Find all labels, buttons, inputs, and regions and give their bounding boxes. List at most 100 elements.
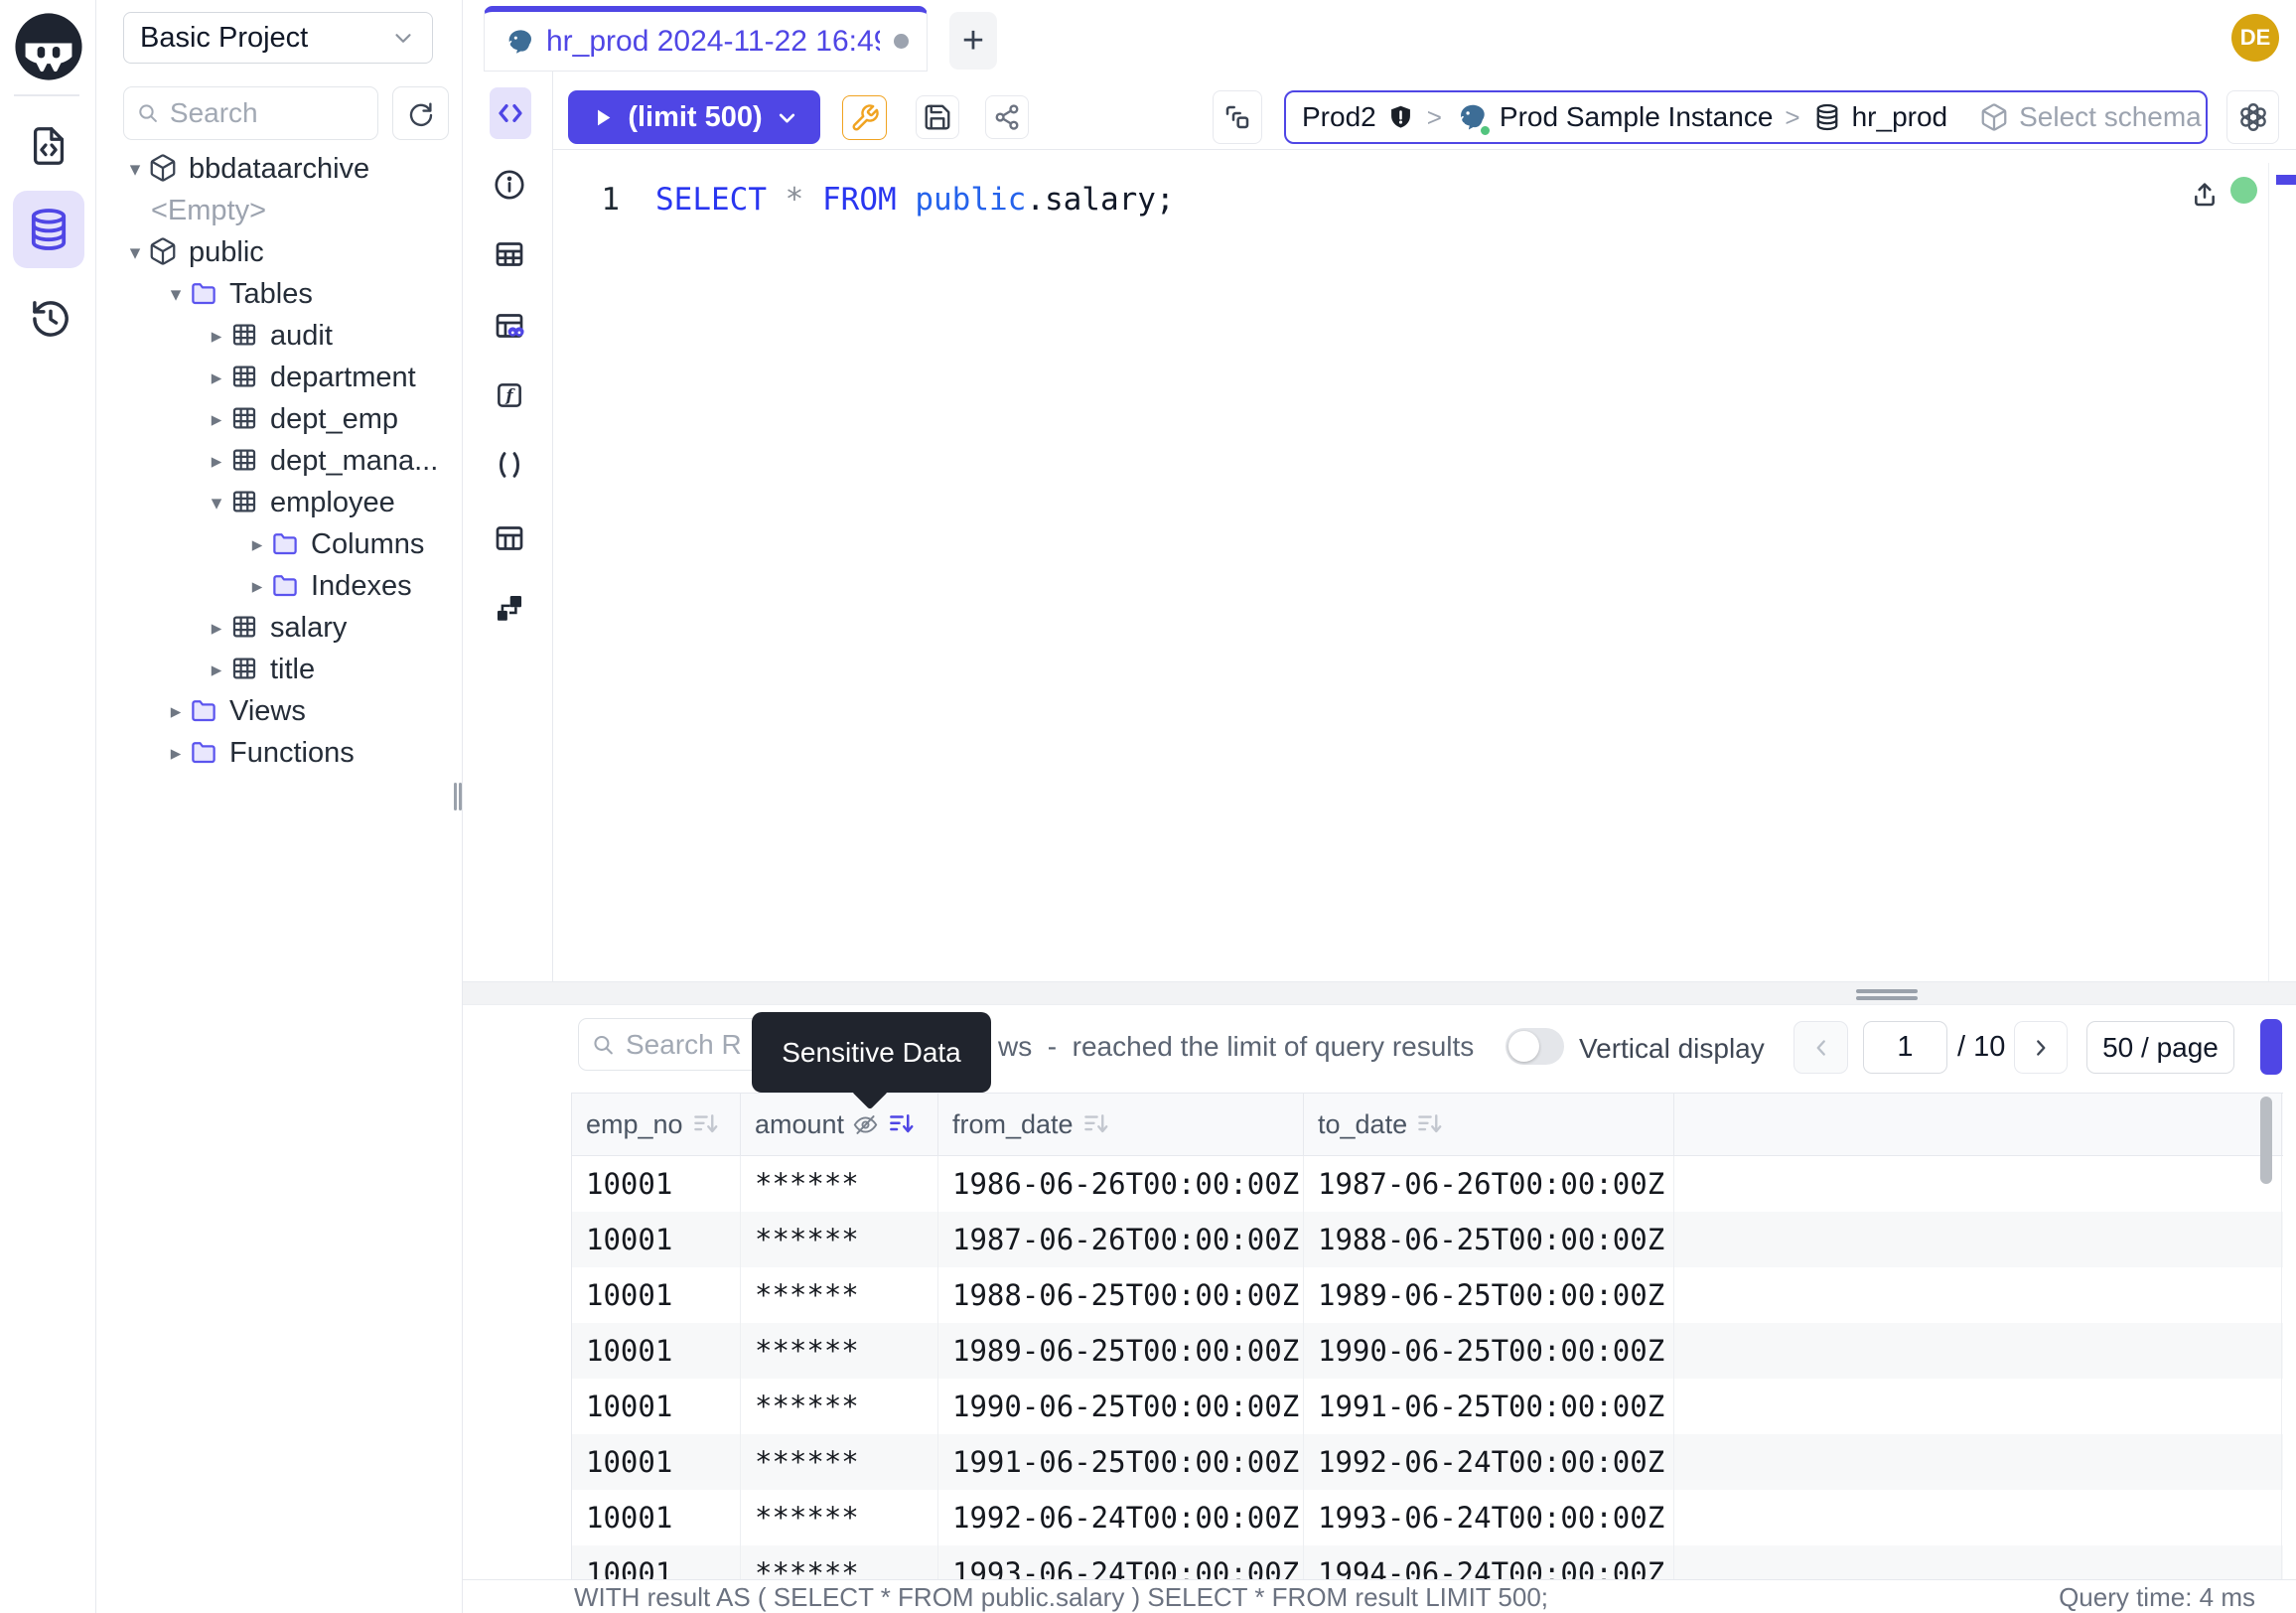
table-cell[interactable]: 1989-06-25T00:00:00Z: [1304, 1267, 1674, 1323]
caret-icon[interactable]: ▸: [204, 366, 229, 389]
vertical-display-toggle[interactable]: [1506, 1028, 1564, 1065]
caret-icon[interactable]: ▸: [244, 532, 270, 556]
table-cell[interactable]: ******: [741, 1490, 938, 1545]
tree-item[interactable]: ▾public: [96, 231, 462, 273]
tree-item[interactable]: ▾Tables: [96, 273, 462, 315]
table-cell[interactable]: ******: [741, 1267, 938, 1323]
table-cell[interactable]: 1988-06-25T00:00:00Z: [938, 1267, 1304, 1323]
editor-mode-button[interactable]: [490, 87, 531, 139]
table-cell[interactable]: ******: [741, 1545, 938, 1579]
table-cell[interactable]: 10001: [572, 1156, 741, 1212]
new-tab-button[interactable]: +: [949, 12, 997, 70]
table-cell[interactable]: ******: [741, 1212, 938, 1267]
table-cell[interactable]: [1674, 1490, 2282, 1545]
table-cell[interactable]: 10001: [572, 1212, 741, 1267]
column-header[interactable]: amount: [741, 1094, 938, 1155]
table-row[interactable]: 10001******1992-06-24T00:00:00Z1993-06-2…: [572, 1490, 2283, 1545]
table-cell[interactable]: 1990-06-25T00:00:00Z: [1304, 1323, 1674, 1379]
app-logo[interactable]: [10, 8, 87, 85]
external-tables-panel-button[interactable]: [490, 518, 529, 558]
table-cell[interactable]: [1674, 1156, 2282, 1212]
sort-icon-active[interactable]: [887, 1109, 917, 1139]
column-header[interactable]: to_date: [1304, 1094, 1674, 1155]
caret-icon[interactable]: ▾: [163, 282, 189, 306]
caret-icon[interactable]: ▸: [163, 699, 189, 723]
tab-hr-prod[interactable]: hr_prod 2024-11-22 16:49: [484, 6, 928, 72]
table-cell[interactable]: 1993-06-24T00:00:00Z: [938, 1545, 1304, 1579]
run-query-button[interactable]: (limit 500): [568, 90, 820, 144]
tree-item[interactable]: ▸Views: [96, 690, 462, 732]
table-cell[interactable]: ******: [741, 1434, 938, 1490]
tree-item[interactable]: ▸title: [96, 649, 462, 690]
connection-target[interactable]: Prod2 > Prod Sample Instance >: [1286, 92, 1963, 142]
table-row[interactable]: 10001******1989-06-25T00:00:00Z1990-06-2…: [572, 1323, 2283, 1379]
table-row[interactable]: 10001******1990-06-25T00:00:00Z1991-06-2…: [572, 1379, 2283, 1434]
share-button[interactable]: [985, 95, 1029, 139]
column-header[interactable]: from_date: [938, 1094, 1304, 1155]
caret-icon[interactable]: ▾: [122, 240, 148, 264]
table-row[interactable]: 10001******1988-06-25T00:00:00Z1989-06-2…: [572, 1267, 2283, 1323]
table-cell[interactable]: 10001: [572, 1267, 741, 1323]
table-cell[interactable]: 1989-06-25T00:00:00Z: [938, 1323, 1304, 1379]
table-row[interactable]: 10001******1986-06-26T00:00:00Z1987-06-2…: [572, 1156, 2283, 1212]
caret-icon[interactable]: ▸: [204, 449, 229, 473]
table-row[interactable]: 10001******1993-06-24T00:00:00Z1994-06-2…: [572, 1545, 2283, 1579]
primary-action-button[interactable]: [2260, 1019, 2282, 1075]
table-cell[interactable]: [1674, 1323, 2282, 1379]
table-cell[interactable]: [1674, 1545, 2282, 1579]
sidebar-search-input[interactable]: [170, 97, 365, 129]
tree-item[interactable]: ▸dept_emp: [96, 398, 462, 440]
table-cell[interactable]: 10001: [572, 1323, 741, 1379]
schema-diagram-button[interactable]: [490, 588, 529, 628]
rail-worksheet-button[interactable]: [24, 121, 73, 171]
results-scrollbar-thumb[interactable]: [2260, 1097, 2272, 1184]
prev-page-button[interactable]: [1794, 1021, 1848, 1074]
caret-icon[interactable]: ▸: [204, 407, 229, 431]
code-line-content[interactable]: SELECT * FROM public.salary;: [655, 182, 1175, 218]
tree-item[interactable]: ▸audit: [96, 315, 462, 357]
page-number-input[interactable]: [1863, 1021, 1947, 1074]
procedures-panel-button[interactable]: [490, 445, 529, 485]
panel-splitter[interactable]: [463, 981, 2296, 1005]
table-cell[interactable]: 10001: [572, 1545, 741, 1579]
tree-item[interactable]: ▾employee: [96, 482, 462, 523]
sort-icon[interactable]: [1415, 1109, 1445, 1139]
functions-panel-button[interactable]: f: [490, 375, 529, 415]
table-cell[interactable]: 1991-06-25T00:00:00Z: [938, 1434, 1304, 1490]
tree-item[interactable]: ▸salary: [96, 607, 462, 649]
tree-item[interactable]: ▾bbdataarchive: [96, 148, 462, 190]
table-cell[interactable]: 1990-06-25T00:00:00Z: [938, 1379, 1304, 1434]
code-line[interactable]: 1 SELECT * FROM public.salary;: [594, 182, 1175, 218]
batch-query-button[interactable]: [1213, 90, 1262, 144]
sidebar-resize-handle[interactable]: [454, 783, 457, 810]
eye-off-icon[interactable]: [852, 1111, 879, 1138]
table-cell[interactable]: 1988-06-25T00:00:00Z: [1304, 1212, 1674, 1267]
tree-item[interactable]: ▸Columns: [96, 523, 462, 565]
table-cell[interactable]: 1987-06-26T00:00:00Z: [938, 1212, 1304, 1267]
refresh-schema-button[interactable]: [392, 86, 449, 140]
table-cell[interactable]: [1674, 1267, 2282, 1323]
table-cell[interactable]: 1994-06-24T00:00:00Z: [1304, 1545, 1674, 1579]
tables-panel-button[interactable]: [490, 234, 529, 274]
table-cell[interactable]: ******: [741, 1379, 938, 1434]
caret-icon[interactable]: ▸: [204, 658, 229, 681]
masking-panel-button[interactable]: [490, 306, 529, 346]
rail-databases-button[interactable]: [13, 191, 84, 268]
table-row[interactable]: 10001******1987-06-26T00:00:00Z1988-06-2…: [572, 1212, 2283, 1267]
info-button[interactable]: [490, 165, 529, 205]
tree-item[interactable]: ▸department: [96, 357, 462, 398]
table-row[interactable]: 10001******1991-06-25T00:00:00Z1992-06-2…: [572, 1434, 2283, 1490]
table-cell[interactable]: 1992-06-24T00:00:00Z: [938, 1490, 1304, 1545]
tree-item[interactable]: <Empty>: [96, 190, 462, 231]
table-cell[interactable]: 10001: [572, 1434, 741, 1490]
table-cell[interactable]: 1993-06-24T00:00:00Z: [1304, 1490, 1674, 1545]
caret-icon[interactable]: ▸: [244, 574, 270, 598]
next-page-button[interactable]: [2014, 1021, 2068, 1074]
page-size-select[interactable]: 50 / page: [2086, 1021, 2234, 1074]
caret-icon[interactable]: ▸: [204, 324, 229, 348]
caret-icon[interactable]: ▸: [204, 616, 229, 640]
save-button[interactable]: [916, 95, 959, 139]
admin-wrench-button[interactable]: [842, 95, 887, 140]
sort-icon[interactable]: [691, 1109, 721, 1139]
table-cell[interactable]: 1987-06-26T00:00:00Z: [1304, 1156, 1674, 1212]
